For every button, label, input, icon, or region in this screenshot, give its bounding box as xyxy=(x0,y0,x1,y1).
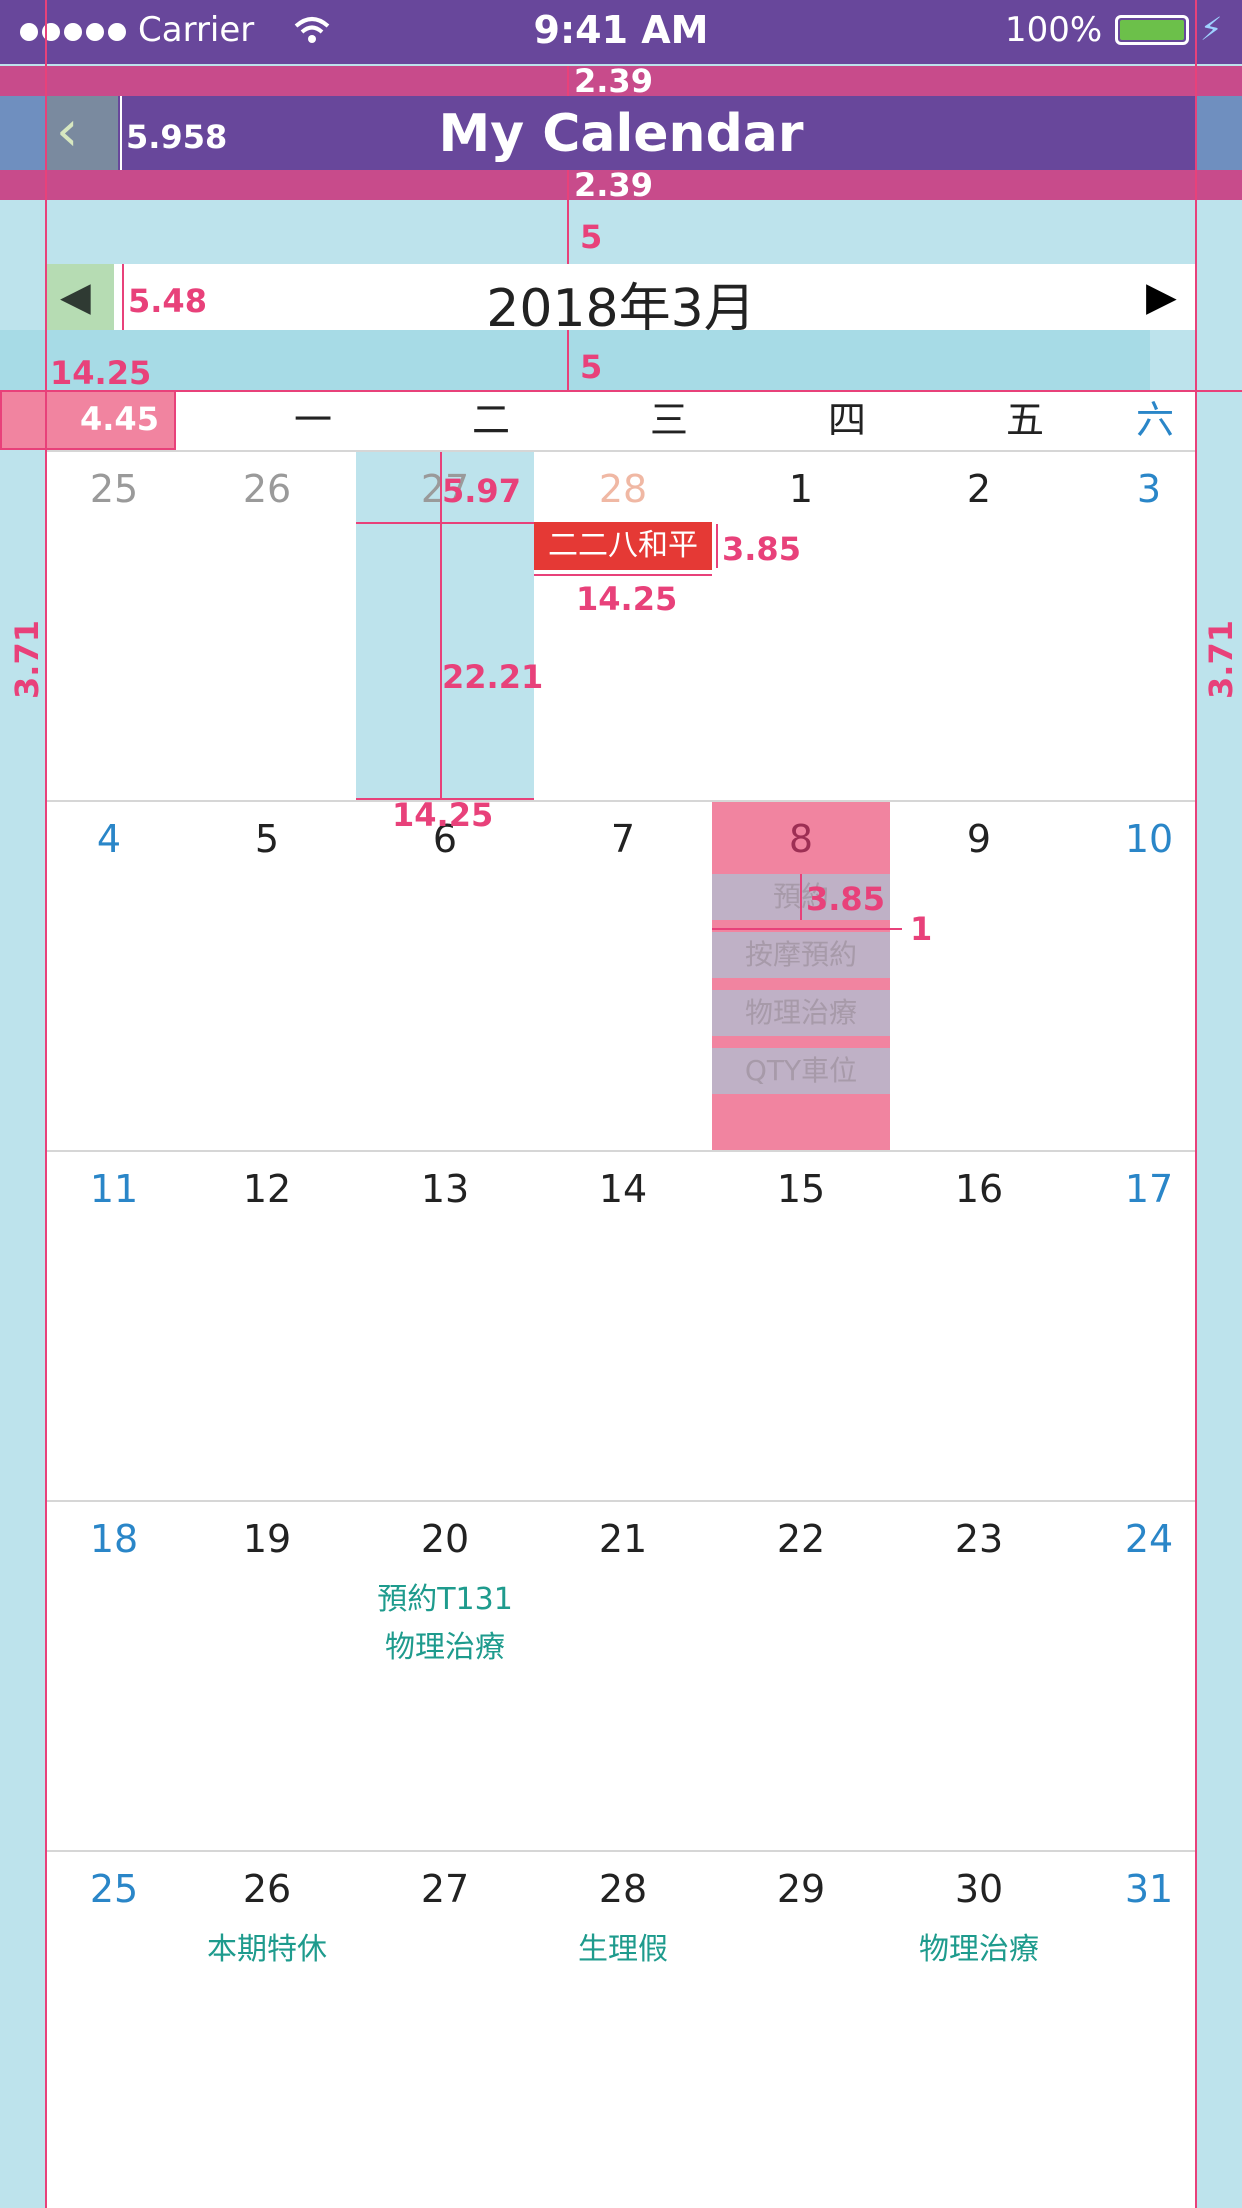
measure-label: 5.958 xyxy=(126,118,228,156)
weekday-divider xyxy=(46,450,1196,452)
day-cell[interactable]: 4 xyxy=(46,814,172,864)
day-cell[interactable]: 24 xyxy=(1102,1514,1196,1564)
day-cell[interactable]: 5 xyxy=(178,814,356,864)
day-cell[interactable]: 3 xyxy=(1102,464,1196,514)
day-cell[interactable]: 29 xyxy=(712,1864,890,1914)
weekday-mon: 一 xyxy=(293,398,332,442)
day-cell[interactable]: 23 xyxy=(890,1514,1068,1564)
weekday-tue: 二 xyxy=(471,398,510,442)
measure-line xyxy=(712,928,902,930)
measure-line xyxy=(567,330,569,390)
guide-line-left xyxy=(45,0,47,2208)
day-cell[interactable]: 26 xyxy=(178,1864,356,1914)
event-item[interactable]: 按摩預約 xyxy=(712,932,890,978)
day-cell[interactable]: 17 xyxy=(1102,1164,1196,1214)
week-divider xyxy=(46,1150,1196,1152)
day-cell[interactable]: 20 xyxy=(356,1514,534,1564)
event-label[interactable]: 預約T131 xyxy=(356,1574,534,1618)
guide-line-right xyxy=(1195,0,1197,2208)
measure-line xyxy=(567,170,569,200)
day-cell[interactable]: 28 xyxy=(534,464,712,514)
battery-icon xyxy=(1115,15,1189,45)
day-cell[interactable]: 13 xyxy=(356,1164,534,1214)
measure-line xyxy=(534,574,712,576)
measure-line xyxy=(716,524,718,568)
weekday-sat: 六 xyxy=(1135,398,1174,442)
month-bar: ◀ 2018年3月 ▶ xyxy=(46,264,1196,339)
measure-line xyxy=(800,874,802,920)
measure-line xyxy=(120,96,122,170)
day-cell[interactable]: 1 xyxy=(712,464,890,514)
day-cell[interactable]: 14 xyxy=(534,1164,712,1214)
status-bar: Carrier 9:41 AM 100% ⚡ xyxy=(0,0,1242,64)
measure-label: 1 xyxy=(910,910,933,948)
measure-label: 3.71 xyxy=(8,620,46,699)
day-cell[interactable]: 25 xyxy=(46,464,182,514)
measure-label: 5.48 xyxy=(128,282,207,320)
week-divider xyxy=(46,1850,1196,1852)
measure-label: 2.39 xyxy=(574,62,653,100)
measure-line xyxy=(567,66,569,96)
day-cell[interactable]: 10 xyxy=(1102,814,1196,864)
day-cell[interactable]: 11 xyxy=(46,1164,182,1214)
day-cell[interactable]: 2 xyxy=(890,464,1068,514)
calendar-grid: 日 一 二 三 四 五 六 25 26 27 28 1 2 3 二二八和平 4 … xyxy=(46,390,1196,2208)
event-item[interactable]: QTY車位 xyxy=(712,1048,890,1094)
guide-line-weekday xyxy=(0,390,1242,392)
measure-label: 3.85 xyxy=(722,530,801,568)
measure-line xyxy=(356,522,534,524)
spacing-band-month xyxy=(0,330,1150,390)
day-cell[interactable]: 28 xyxy=(534,1864,712,1914)
measure-label: 22.21 xyxy=(442,658,544,696)
day-cell[interactable]: 15 xyxy=(712,1164,890,1214)
weekday-thu: 四 xyxy=(827,398,866,442)
day-cell[interactable]: 31 xyxy=(1102,1864,1196,1914)
measure-label: 3.71 xyxy=(1202,620,1240,699)
measure-label: 14.25 xyxy=(392,796,494,834)
day-cell[interactable]: 12 xyxy=(178,1164,356,1214)
battery-fill xyxy=(1120,20,1184,40)
measure-label: 2.39 xyxy=(574,166,653,204)
event-label[interactable]: 生理假 xyxy=(534,1924,712,1968)
event-label[interactable]: 物理治療 xyxy=(890,1924,1068,1968)
measure-label: 14.25 xyxy=(576,580,678,618)
day-cell[interactable]: 22 xyxy=(712,1514,890,1564)
measure-label: 3.85 xyxy=(806,880,885,918)
measure-label: 5 xyxy=(580,218,603,256)
day-cell[interactable]: 25 xyxy=(46,1864,182,1914)
day-cell[interactable]: 8 xyxy=(712,814,890,864)
measure-line xyxy=(122,264,124,330)
day-cell[interactable]: 18 xyxy=(46,1514,182,1564)
holiday-tag[interactable]: 二二八和平 xyxy=(534,522,712,570)
event-label[interactable]: 本期特休 xyxy=(178,1924,356,1968)
day-cell[interactable]: 27 xyxy=(356,1864,534,1914)
day-cell[interactable]: 30 xyxy=(890,1864,1068,1914)
battery-percent: 100% xyxy=(1005,10,1103,50)
triangle-right-icon[interactable]: ▶ xyxy=(1146,274,1177,320)
week-divider xyxy=(46,1500,1196,1502)
event-item[interactable]: 物理治療 xyxy=(712,990,890,1036)
measure-label: 14.25 xyxy=(50,354,152,392)
day-cell[interactable]: 19 xyxy=(178,1514,356,1564)
measure-label: 5 xyxy=(580,348,603,386)
day-cell[interactable]: 21 xyxy=(534,1514,712,1564)
measure-label: 5.97 xyxy=(442,472,521,510)
week-divider xyxy=(46,800,1196,802)
measure-label: 4.45 xyxy=(80,400,159,438)
day-cell[interactable]: 7 xyxy=(534,814,712,864)
day-cell[interactable]: 26 xyxy=(178,464,356,514)
event-label[interactable]: 物理治療 xyxy=(356,1622,534,1666)
charging-bolt-icon: ⚡ xyxy=(1200,10,1223,48)
day-cell[interactable]: 9 xyxy=(890,814,1068,864)
day-cell[interactable]: 16 xyxy=(890,1164,1068,1214)
measure-line xyxy=(567,200,569,264)
weekday-wed: 三 xyxy=(649,398,688,442)
weekday-fri: 五 xyxy=(1005,398,1044,442)
